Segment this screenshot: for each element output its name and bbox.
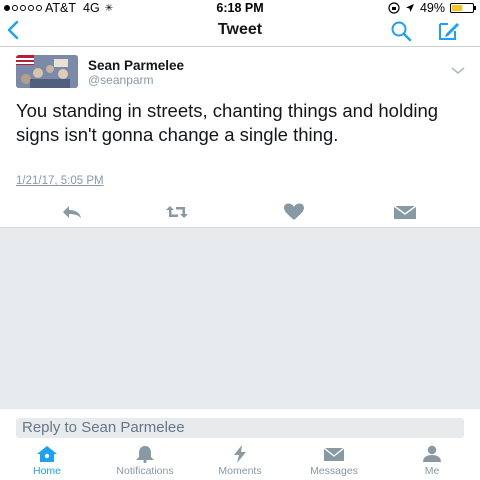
- tweet-timestamp[interactable]: 1/21/17, 5:05 PM: [16, 175, 104, 187]
- author-name[interactable]: Sean Parmelee: [88, 58, 184, 73]
- tweet-actions: [0, 200, 480, 224]
- retweet-icon[interactable]: [165, 202, 189, 222]
- tab-moments[interactable]: Moments: [205, 445, 275, 477]
- home-icon: [37, 446, 57, 462]
- location-arrow-icon: [405, 4, 414, 12]
- nav-divider: [0, 46, 480, 47]
- bell-icon: [136, 446, 154, 463]
- envelope-icon: [323, 447, 345, 461]
- battery-icon: [450, 3, 476, 13]
- tab-bar: Home Notifications Moments Messages Me: [0, 441, 480, 480]
- lightning-icon: [234, 445, 246, 463]
- tab-moments-label: Moments: [218, 465, 262, 477]
- author-handle[interactable]: @seanparm: [88, 73, 154, 87]
- heart-icon[interactable]: [282, 202, 306, 222]
- conversation-area: [0, 228, 480, 408]
- status-bar: AT&T 4G ✳ 6:18 PM 49%: [0, 0, 480, 18]
- tab-notifications[interactable]: Notifications: [100, 445, 190, 477]
- envelope-icon[interactable]: [393, 202, 417, 222]
- compose-icon[interactable]: [437, 20, 461, 42]
- tab-messages[interactable]: Messages: [298, 445, 370, 477]
- tab-messages-label: Messages: [310, 465, 358, 477]
- lock-rotation-icon: [388, 2, 400, 14]
- chevron-down-icon[interactable]: [451, 62, 465, 74]
- tab-notifications-label: Notifications: [116, 465, 174, 477]
- reply-icon[interactable]: [60, 202, 84, 222]
- battery-percent: 49%: [419, 1, 445, 15]
- tweet-text: You standing in streets, chanting things…: [16, 100, 439, 145]
- nav-bar: Tweet: [0, 18, 480, 46]
- avatar[interactable]: [16, 55, 78, 88]
- search-icon[interactable]: [390, 20, 412, 42]
- tab-home-label: Home: [32, 465, 61, 477]
- tab-me-label: Me: [424, 465, 440, 477]
- person-icon: [423, 445, 441, 462]
- reply-input[interactable]: Reply to Sean Parmelee: [16, 418, 464, 438]
- tab-home[interactable]: Home: [22, 445, 72, 477]
- status-right: 49%: [388, 1, 476, 15]
- tab-me[interactable]: Me: [410, 445, 454, 477]
